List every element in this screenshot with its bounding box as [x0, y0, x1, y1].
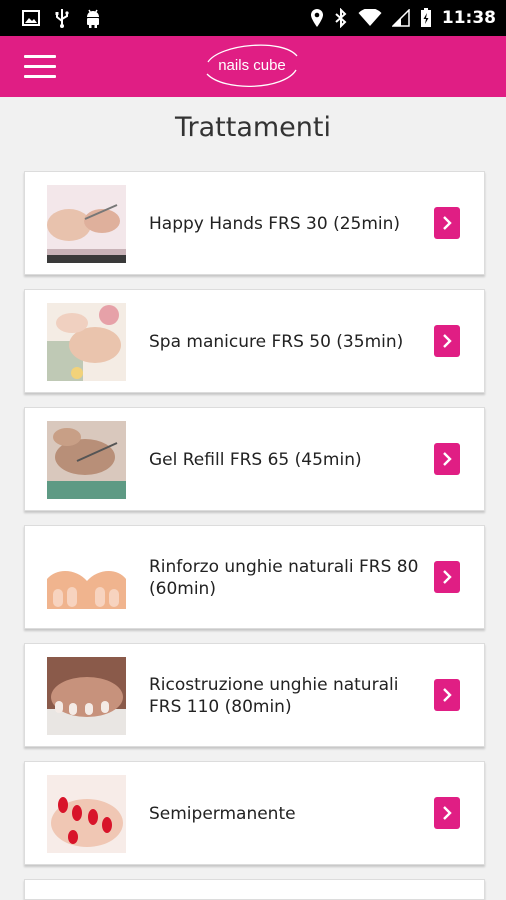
wifi-icon: [358, 9, 382, 26]
manicure-hands-photo: [47, 185, 126, 263]
treatment-card[interactable]: Ricostruzione unghie naturali FRS 110 (8…: [24, 643, 485, 747]
nails-cube-logo: nails cube: [202, 40, 302, 92]
treatment-label: Gel Refill FRS 65 (45min): [149, 450, 362, 470]
status-time: 11:38: [441, 8, 496, 28]
treatment-card[interactable]: Gel Refill FRS 65 (45min): [24, 407, 485, 511]
treatment-card[interactable]: Semipermanente: [24, 761, 485, 865]
image-icon: [22, 10, 40, 26]
treatment-label: Spa manicure FRS 50 (35min): [149, 332, 404, 352]
red-nails-photo: [47, 775, 126, 853]
spa-manicure-photo: [47, 303, 126, 381]
treatment-photo-partial: [47, 893, 126, 899]
treatment-label: Rinforzo unghie naturali FRS 80 (60min): [149, 557, 419, 599]
bluetooth-icon: [335, 8, 347, 28]
page-title: Trattamenti: [174, 112, 331, 143]
usb-icon: [55, 9, 69, 28]
hamburger-menu-icon[interactable]: [24, 55, 56, 79]
treatment-card[interactable]: Rinforzo unghie naturali FRS 80 (60min): [24, 525, 485, 629]
treatment-label: Ricostruzione unghie naturali FRS 110 (8…: [149, 675, 399, 717]
treatment-card[interactable]: Happy Hands FRS 30 (25min): [24, 171, 485, 275]
chevron-right-icon[interactable]: [434, 797, 460, 829]
chevron-right-icon[interactable]: [434, 325, 460, 357]
battery-icon: [420, 8, 431, 27]
treatment-label: Happy Hands FRS 30 (25min): [149, 214, 401, 234]
signal-icon: [391, 9, 410, 27]
logo-text: nails cube: [218, 57, 286, 74]
chevron-right-icon[interactable]: [434, 561, 460, 593]
status-right-icons: 11:38: [310, 8, 496, 28]
chevron-right-icon[interactable]: [434, 443, 460, 475]
treatment-label: Semipermanente: [149, 804, 296, 824]
chevron-right-icon[interactable]: [434, 679, 460, 711]
status-left-icons: [22, 8, 102, 28]
treatment-card[interactable]: Spa manicure FRS 50 (35min): [24, 289, 485, 393]
app-bar: nails cube: [0, 36, 506, 97]
chevron-right-icon[interactable]: [434, 207, 460, 239]
french-nails-photo: [47, 657, 126, 735]
status-bar: 11:38: [0, 0, 506, 36]
treatment-card-partial[interactable]: [24, 879, 485, 900]
location-icon: [310, 9, 323, 27]
android-icon: [87, 9, 99, 28]
natural-nails-photo: [47, 539, 126, 617]
gel-refill-photo: [47, 421, 126, 499]
